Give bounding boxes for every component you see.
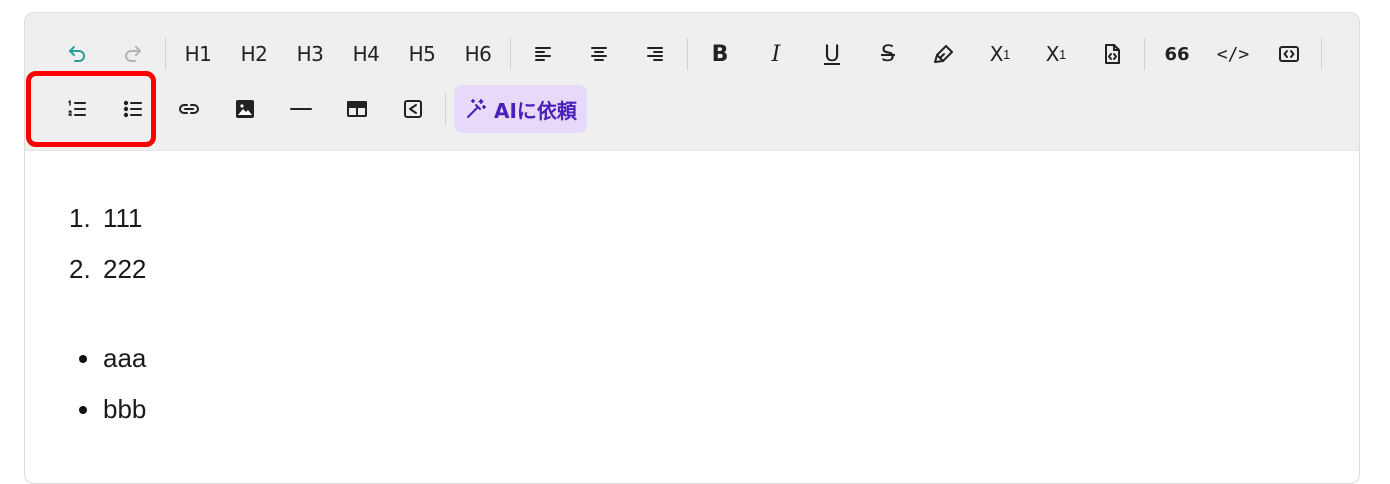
table-icon	[347, 101, 367, 117]
list-item-text: 222	[103, 254, 147, 284]
toolbar-divider	[1144, 38, 1145, 70]
ask-ai-button[interactable]: AIに依頼	[454, 85, 587, 133]
blockquote-button[interactable]: 66	[1149, 34, 1205, 74]
highlight-button[interactable]	[916, 34, 972, 74]
link-button[interactable]	[161, 89, 217, 129]
align-left-icon	[535, 47, 551, 61]
heading-4-button[interactable]: H4	[338, 34, 394, 74]
heading-6-button[interactable]: H6	[450, 34, 506, 74]
share-button[interactable]	[385, 89, 441, 129]
bullet-list: aaa bbb	[69, 333, 146, 435]
undo-button[interactable]	[49, 34, 105, 74]
redo-icon	[125, 46, 141, 62]
superscript-button[interactable]: X1	[1028, 34, 1084, 74]
list-item-text: bbb	[103, 394, 147, 424]
rich-text-editor: H1 H2 H3 H4 H5 H6 B I U S X1 X 1 66 </> …	[24, 12, 1360, 484]
list-item-text: 111	[103, 203, 143, 233]
code-file-button[interactable]	[1084, 34, 1140, 74]
horizontal-rule-icon	[290, 108, 312, 110]
inline-code-button[interactable]: </>	[1205, 34, 1261, 74]
bullet-list-icon	[123, 100, 142, 118]
list-item: 1. 111	[69, 193, 146, 244]
embed-code-icon	[1279, 46, 1299, 62]
heading-5-button[interactable]: H5	[394, 34, 450, 74]
heading-3-button[interactable]: H3	[282, 34, 338, 74]
align-left-button[interactable]	[515, 34, 571, 74]
ordered-list: 1. 111 2. 222	[69, 193, 146, 295]
bullet-marker	[69, 406, 103, 414]
subscript-button[interactable]: X1	[972, 34, 1028, 74]
bullet-marker	[69, 355, 103, 363]
list-marker: 2.	[69, 254, 91, 284]
toolbar-divider	[165, 38, 166, 70]
list-item: 2. 222	[69, 244, 146, 295]
share-icon	[404, 100, 422, 118]
italic-button[interactable]: I	[748, 34, 804, 74]
bold-button[interactable]: B	[692, 34, 748, 74]
list-marker: 1.	[69, 203, 91, 233]
toolbar-divider	[445, 93, 446, 125]
list-item: bbb	[69, 384, 146, 435]
editor-toolbar: H1 H2 H3 H4 H5 H6 B I U S X1 X 1 66 </> …	[25, 13, 1359, 151]
ordered-list-button[interactable]	[49, 89, 105, 129]
horizontal-rule-button[interactable]	[273, 89, 329, 129]
ordered-list-icon	[68, 100, 86, 116]
highlighter-icon	[934, 45, 953, 63]
toolbar-divider	[510, 38, 511, 70]
align-right-icon	[647, 47, 663, 61]
heading-2-button[interactable]: H2	[226, 34, 282, 74]
code-file-icon	[1105, 44, 1120, 64]
toolbar-row-2: AIに依頼	[49, 81, 587, 137]
toolbar-divider	[1321, 38, 1322, 70]
embed-code-button[interactable]	[1261, 34, 1317, 74]
toolbar-divider	[687, 38, 688, 70]
magic-wand-icon	[467, 99, 486, 118]
toolbar-row-1: H1 H2 H3 H4 H5 H6 B I U S X1 X 1 66 </>	[49, 26, 1326, 82]
undo-icon	[69, 46, 85, 62]
align-right-button[interactable]	[627, 34, 683, 74]
image-button[interactable]	[217, 89, 273, 129]
underline-button[interactable]: U	[804, 34, 860, 74]
link-icon	[179, 104, 199, 114]
align-center-icon	[591, 47, 607, 61]
list-item: aaa	[69, 333, 146, 384]
heading-1-button[interactable]: H1	[170, 34, 226, 74]
image-icon	[236, 100, 254, 118]
bullet-list-button[interactable]	[105, 89, 161, 129]
redo-button[interactable]	[105, 34, 161, 74]
editor-content[interactable]: 1. 111 2. 222 aaa bbb	[25, 151, 1359, 483]
align-center-button[interactable]	[571, 34, 627, 74]
list-item-text: aaa	[103, 343, 147, 373]
strikethrough-button[interactable]: S	[860, 34, 916, 74]
table-button[interactable]	[329, 89, 385, 129]
